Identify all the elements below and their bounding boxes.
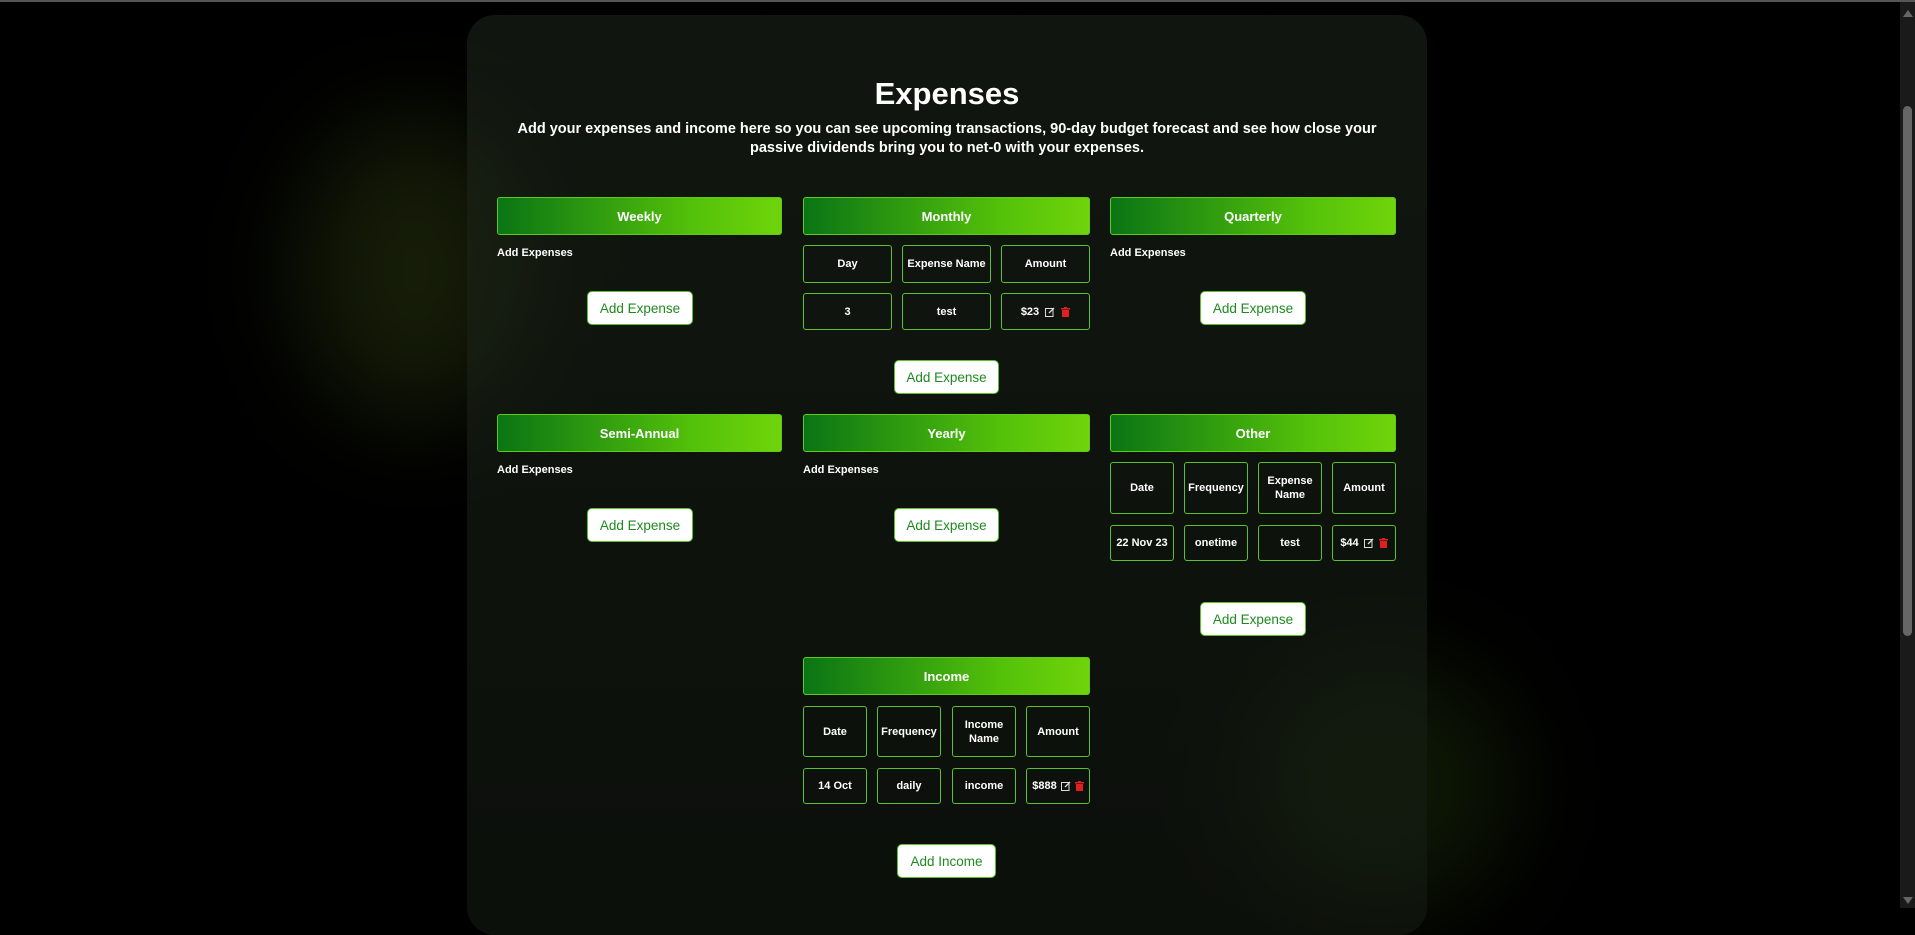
column-header-date: Date — [1110, 462, 1174, 514]
column-header-frequency: Frequency — [877, 706, 941, 757]
edit-icon[interactable] — [1363, 538, 1374, 548]
amount-value: $44 — [1340, 537, 1359, 549]
page-title: Expenses — [874, 76, 1020, 111]
add-income-button[interactable]: Add Income — [897, 844, 996, 878]
column-header-expense-name: Expense Name — [1258, 462, 1322, 514]
table-cell-expense-name: test — [902, 293, 991, 330]
add-expense-button-other[interactable]: Add Expense — [1200, 602, 1306, 636]
scrollbar[interactable] — [1900, 2, 1915, 908]
table-cell-date: 14 Oct — [803, 768, 867, 804]
add-expenses-note-yearly: Add Expenses — [803, 464, 879, 476]
section-header-yearly: Yearly — [803, 414, 1090, 452]
column-header-amount: Amount — [1332, 462, 1396, 514]
scroll-down-arrow-icon[interactable] — [1903, 897, 1913, 904]
trash-icon[interactable] — [1061, 306, 1071, 317]
table-cell-day: 3 — [803, 293, 892, 330]
scroll-up-arrow-icon[interactable] — [1903, 10, 1913, 17]
table-cell-expense-name: test — [1258, 525, 1322, 561]
table-cell-income-name: income — [952, 768, 1016, 804]
page-subtitle: Add your expenses and income here so you… — [517, 121, 1377, 156]
table-cell-amount: $888 — [1026, 768, 1090, 804]
column-header-income-name: Income Name — [952, 706, 1016, 757]
add-expenses-note-semi-annual: Add Expenses — [497, 464, 573, 476]
add-expense-button-quarterly[interactable]: Add Expense — [1200, 291, 1306, 325]
section-header-semi-annual: Semi-Annual — [497, 414, 782, 452]
column-header-amount: Amount — [1001, 245, 1090, 283]
add-expense-button-yearly[interactable]: Add Expense — [894, 508, 999, 542]
column-header-date: Date — [803, 706, 867, 757]
section-header-weekly: Weekly — [497, 197, 782, 235]
scrollbar-thumb[interactable] — [1903, 106, 1912, 636]
edit-icon[interactable] — [1045, 307, 1055, 317]
window-top-border — [0, 0, 1915, 2]
table-cell-frequency: onetime — [1184, 525, 1248, 561]
add-expenses-note-quarterly: Add Expenses — [1110, 247, 1186, 259]
column-header-amount: Amount — [1026, 706, 1090, 757]
column-header-frequency: Frequency — [1184, 462, 1248, 514]
table-cell-amount: $44 — [1332, 525, 1396, 561]
amount-value: $23 — [1020, 305, 1040, 318]
section-header-other: Other — [1110, 414, 1396, 452]
add-expense-button-monthly[interactable]: Add Expense — [894, 360, 999, 394]
edit-icon[interactable] — [1060, 781, 1071, 791]
section-header-monthly: Monthly — [803, 197, 1090, 235]
table-cell-amount: $23 — [1001, 293, 1090, 330]
table-cell-frequency: daily — [877, 768, 941, 804]
column-header-day: Day — [803, 245, 892, 283]
section-header-quarterly: Quarterly — [1110, 197, 1396, 235]
add-expense-button-weekly[interactable]: Add Expense — [587, 291, 693, 325]
section-header-income: Income — [803, 657, 1090, 695]
trash-icon[interactable] — [1378, 538, 1388, 548]
trash-icon[interactable] — [1074, 781, 1084, 791]
table-cell-date: 22 Nov 23 — [1110, 525, 1174, 561]
column-header-expense-name: Expense Name — [902, 245, 991, 283]
amount-value: $888 — [1032, 780, 1057, 792]
add-expense-button-semi-annual[interactable]: Add Expense — [587, 508, 693, 542]
add-expenses-note-weekly: Add Expenses — [497, 247, 573, 259]
